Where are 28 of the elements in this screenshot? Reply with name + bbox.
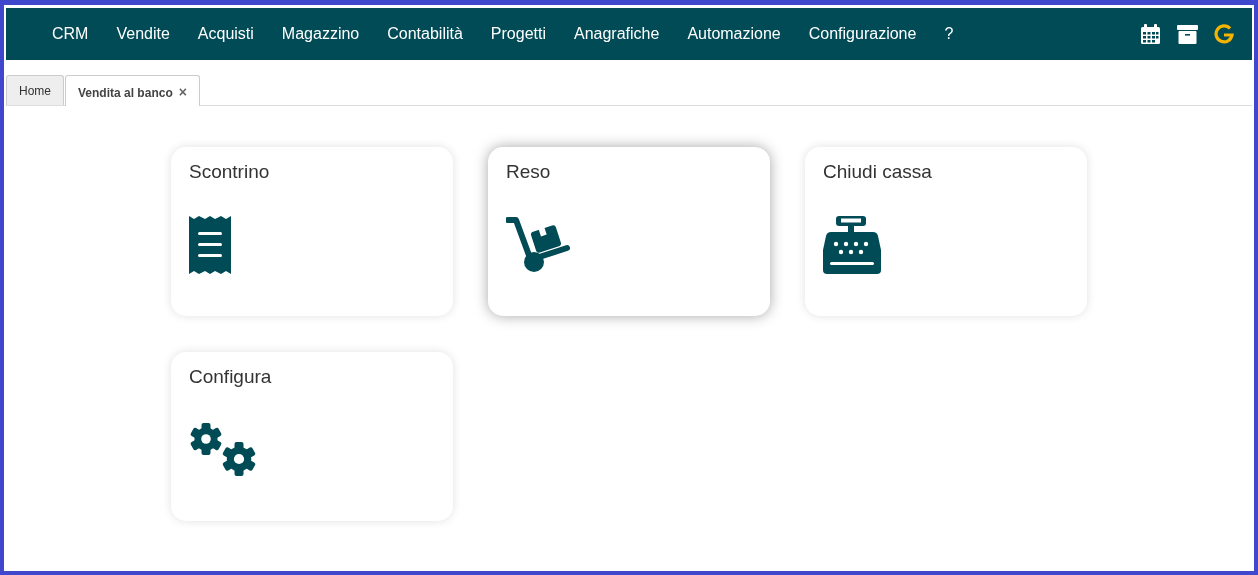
tile-title: Scontrino — [189, 161, 271, 183]
calendar-icon[interactable] — [1140, 23, 1161, 45]
tile-card[interactable]: Reso — [488, 147, 770, 316]
tile-title: Chiudi cassa — [823, 161, 933, 183]
menu-link[interactable]: Configurazione — [794, 22, 931, 46]
menu-link[interactable]: Vendite — [102, 22, 184, 46]
menu-link[interactable]: CRM — [38, 22, 103, 46]
tile-card[interactable]: Configura — [171, 352, 453, 521]
box-icon[interactable] — [1177, 24, 1198, 44]
menu-link[interactable]: Automazione — [673, 22, 795, 46]
menu-link[interactable]: Progetti — [476, 22, 560, 46]
close-button[interactable]: × — [178, 84, 187, 100]
tab[interactable]: Vendita al banco × — [65, 75, 200, 106]
tab[interactable]: Home — [6, 75, 64, 105]
tile-title: Reso — [506, 161, 552, 183]
hand-truck-icon — [506, 216, 570, 274]
tile-card[interactable]: Scontrino — [171, 147, 453, 316]
menu-link[interactable]: Magazzino — [267, 22, 374, 46]
tab-label[interactable]: Vendita al banco — [78, 86, 173, 100]
menu-link[interactable]: Acquisti — [183, 22, 268, 46]
tile-title: Configura — [189, 366, 273, 388]
menu-link[interactable]: Anagrafiche — [560, 22, 674, 46]
tile-card[interactable]: Chiudi cassa — [805, 147, 1087, 316]
receipt-icon — [189, 216, 231, 274]
menu-link[interactable]: ? — [930, 22, 968, 46]
menu-link[interactable]: Contabilità — [373, 22, 477, 46]
g-logo-icon[interactable] — [1214, 24, 1234, 44]
cash-register-icon — [823, 216, 881, 274]
